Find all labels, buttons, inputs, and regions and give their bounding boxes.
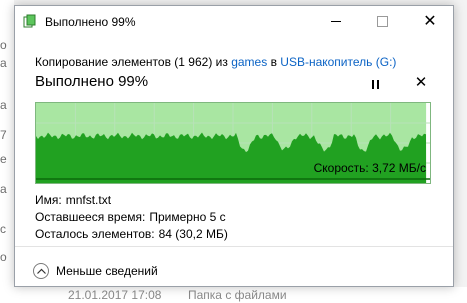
title-bar[interactable]: Выполнено 99% ✕ bbox=[15, 6, 453, 36]
progress-title: Выполнено 99% bbox=[35, 73, 149, 90]
bg-fragment: е bbox=[0, 152, 7, 166]
speed-label: Скорость: 3,72 МБ/с bbox=[313, 161, 426, 175]
chevron-up-icon bbox=[33, 263, 49, 279]
pause-icon bbox=[371, 79, 374, 89]
copy-progress-dialog: Выполнено 99% ✕ Копирование элементов (1… bbox=[14, 5, 454, 287]
copy-status-middle: в bbox=[267, 55, 281, 69]
source-folder-link[interactable]: games bbox=[231, 55, 267, 69]
minimize-button[interactable] bbox=[313, 6, 359, 36]
file-name-row: Имя: mnfst.txt bbox=[35, 193, 111, 207]
less-details-button[interactable]: Меньше сведений bbox=[33, 263, 158, 279]
bg-file-date: 21.01.2017 17:08 bbox=[68, 288, 162, 302]
bg-fragment: о bbox=[0, 38, 7, 52]
pause-icon-bar bbox=[376, 79, 379, 89]
bg-file-type: Папка с файлами bbox=[188, 288, 287, 302]
time-remaining-label: Оставшееся время: bbox=[35, 210, 146, 224]
footer-divider bbox=[15, 246, 453, 247]
file-name-value: mnfst.txt bbox=[65, 193, 112, 207]
window-title: Выполнено 99% bbox=[45, 15, 136, 29]
bg-fragment: о bbox=[0, 250, 7, 264]
pause-button[interactable] bbox=[367, 76, 383, 92]
maximize-button bbox=[359, 6, 405, 36]
speed-graph: Скорость: 3,72 МБ/с bbox=[35, 102, 431, 184]
background-file-row: 21.01.2017 17:08 Папка с файлами bbox=[0, 287, 467, 303]
file-name-label: Имя: bbox=[35, 193, 62, 207]
time-remaining-value: Примерно 5 с bbox=[149, 210, 226, 224]
items-remaining-value: 84 (30,2 МБ) bbox=[158, 227, 228, 241]
bg-fragment: а bbox=[0, 56, 7, 70]
copy-icon bbox=[23, 14, 36, 28]
close-icon: ✕ bbox=[423, 13, 437, 30]
close-window-button[interactable]: ✕ bbox=[407, 6, 453, 36]
cancel-copy-button[interactable]: ✕ bbox=[413, 75, 429, 91]
cancel-icon: ✕ bbox=[414, 74, 428, 91]
items-remaining-row: Осталось элементов: 84 (30,2 МБ) bbox=[35, 227, 228, 241]
bg-fragment: а bbox=[0, 182, 7, 196]
copy-status-line: Копирование элементов (1 962) из games в… bbox=[35, 55, 396, 69]
copy-status-prefix: Копирование элементов (1 962) из bbox=[35, 55, 232, 69]
maximize-icon bbox=[376, 15, 388, 27]
destination-drive-link[interactable]: USB-накопитель (G:) bbox=[280, 55, 396, 69]
bg-fragment: с bbox=[0, 222, 6, 236]
time-remaining-row: Оставшееся время: Примерно 5 с bbox=[35, 210, 226, 224]
bg-fragment: а bbox=[0, 98, 7, 112]
minimize-icon bbox=[331, 20, 341, 22]
less-details-label: Меньше сведений bbox=[56, 264, 158, 278]
chevron-up-glyph bbox=[36, 268, 46, 274]
bg-fragment: 7 bbox=[0, 128, 7, 142]
items-remaining-label: Осталось элементов: bbox=[35, 227, 155, 241]
